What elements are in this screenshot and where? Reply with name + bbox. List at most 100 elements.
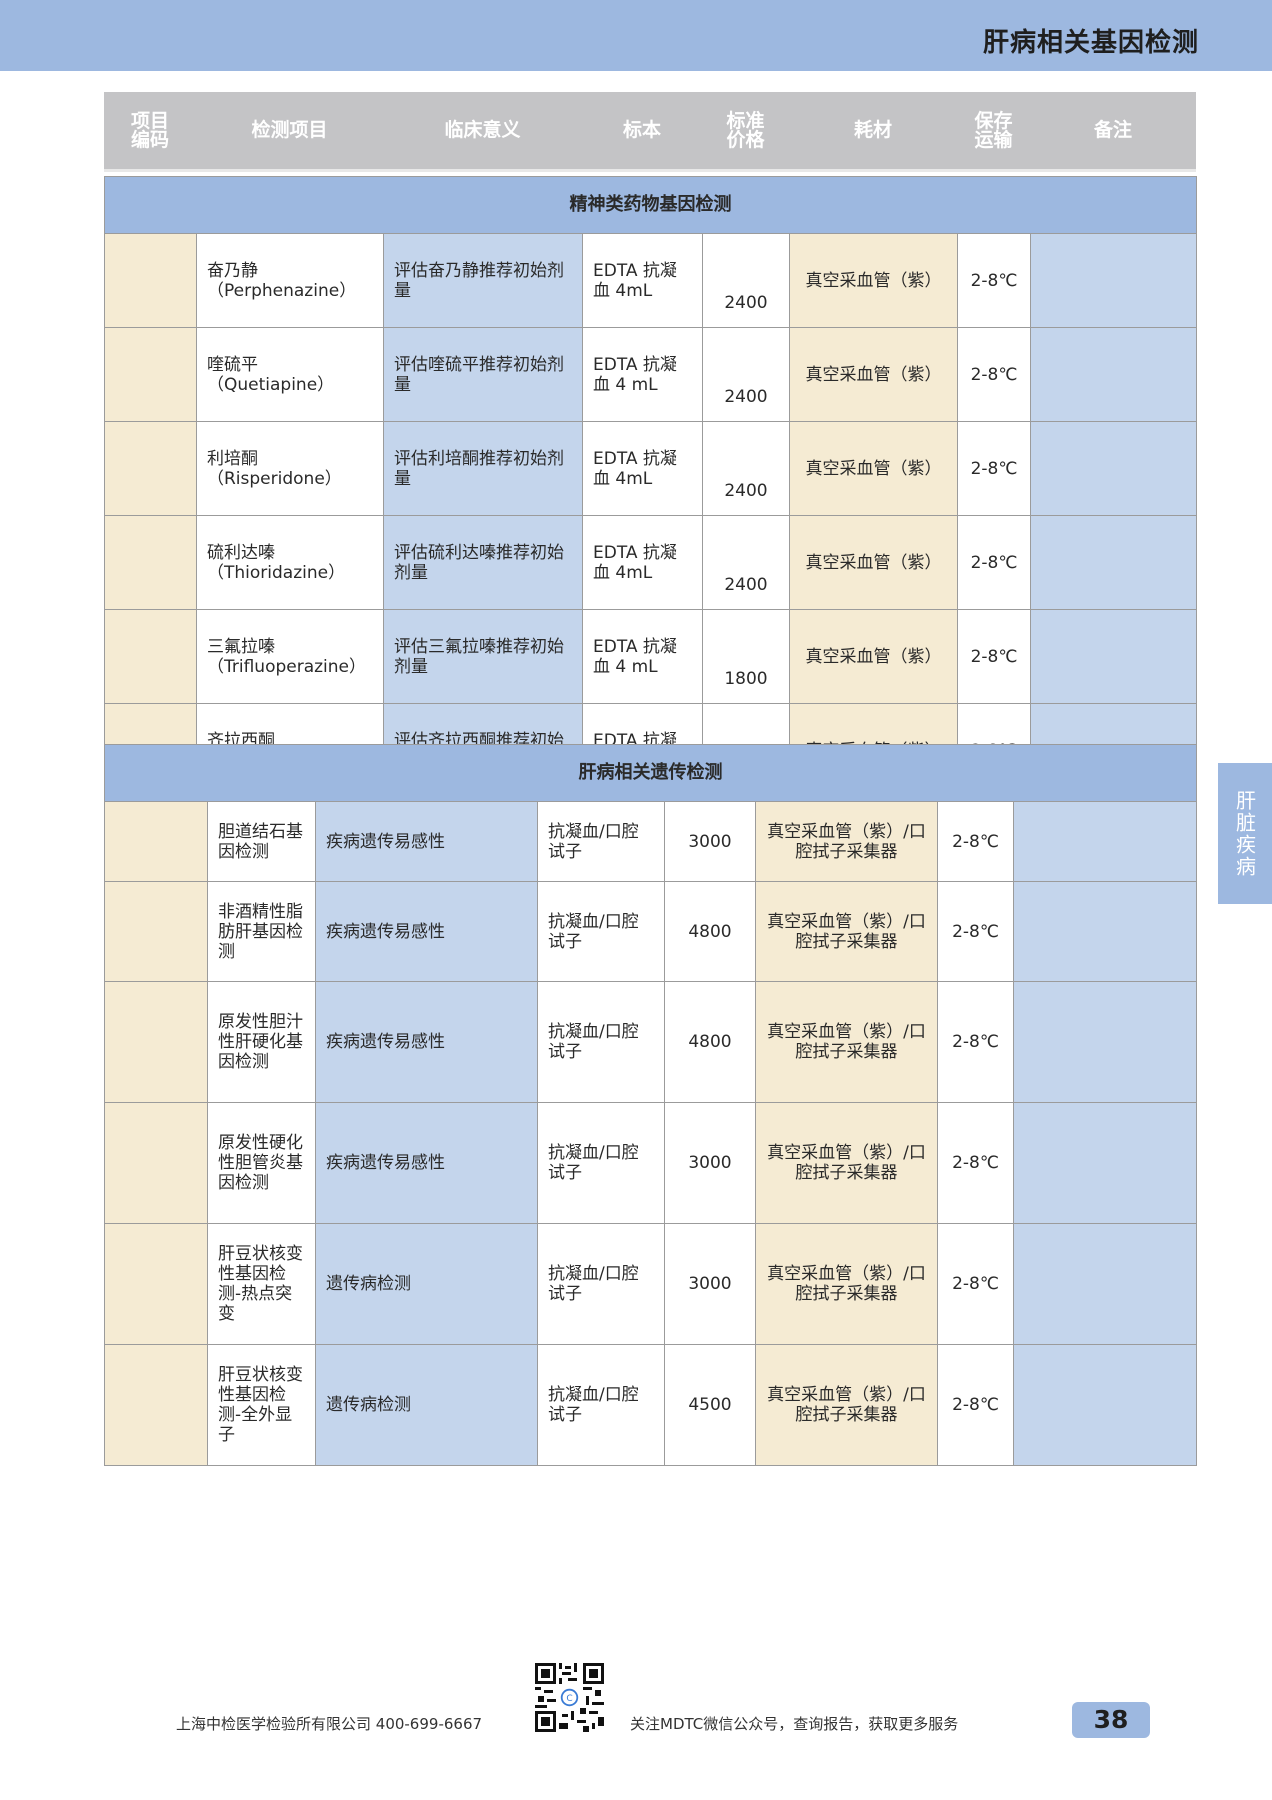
cell-specimen: 抗凝血/口腔试子: [537, 981, 665, 1103]
cell-meaning: 疾病遗传易感性: [315, 1102, 538, 1224]
cell-storage: 2-8℃: [937, 981, 1014, 1103]
table-row: 奋乃静 （Perphenazine） 评估奋乃静推荐初始剂量 EDTA 抗凝血 4mL…: [104, 233, 1197, 328]
cell-price: 4800: [664, 881, 756, 982]
cell-code: [104, 1344, 208, 1466]
cell-specimen: EDTA 抗凝血 4 mL: [582, 327, 703, 422]
cell-name: 肝豆状核变性基因检测-全外显子: [207, 1344, 316, 1466]
cell-code: [104, 609, 197, 704]
cell-code: [104, 233, 197, 328]
cell-code: [104, 981, 208, 1103]
col-meaning: 临床意义: [444, 119, 521, 141]
col-note: 备注: [1093, 119, 1132, 141]
cell-specimen: 抗凝血/口腔试子: [537, 801, 665, 882]
cell-specimen: EDTA 抗凝血 4mL: [582, 421, 703, 516]
cell-meaning: 疾病遗传易感性: [315, 881, 538, 982]
cell-note: [1013, 801, 1197, 882]
cell-name: 利培酮 （Risperidone）: [196, 421, 384, 516]
cell-consumable: 真空采血管（紫）/口腔拭子采集器: [755, 1344, 938, 1466]
cell-consumable: 真空采血管（紫）: [789, 515, 958, 610]
col-consumable: 耗材: [853, 119, 892, 141]
cell-meaning: 疾病遗传易感性: [315, 981, 538, 1103]
cell-code: [104, 1223, 208, 1345]
footer-follow: 关注MDTC微信公众号，查询报告，获取更多服务: [630, 1715, 959, 1733]
cell-note: [1013, 881, 1197, 982]
cell-price: 4500: [664, 1344, 756, 1466]
cell-meaning: 评估三氟拉嗪推荐初始剂量: [383, 609, 583, 704]
cell-code: [104, 881, 208, 982]
cell-meaning: 评估硫利达嗪推荐初始剂量: [383, 515, 583, 610]
cell-note: [1030, 515, 1197, 610]
cell-consumable: 真空采血管（紫）: [789, 421, 958, 516]
page-title: 肝病相关基因检测: [982, 28, 1199, 58]
cell-name: 非酒精性脂肪肝基因检测: [207, 881, 316, 982]
page-number: 38: [1072, 1702, 1150, 1738]
cell-specimen: 抗凝血/口腔试子: [537, 1344, 665, 1466]
svg-text:C: C: [566, 1694, 572, 1704]
footer-company: 上海中检医学检验所有限公司 400-699-6667: [176, 1715, 483, 1733]
cell-price: 2400: [702, 515, 790, 610]
cell-specimen: 抗凝血/口腔试子: [537, 1223, 665, 1345]
cell-storage: 2-8℃: [937, 881, 1014, 982]
qr-code-icon: C: [535, 1663, 604, 1732]
cell-storage: 2-8℃: [957, 609, 1031, 704]
cell-specimen: 抗凝血/口腔试子: [537, 881, 665, 982]
cell-storage: 2-8℃: [957, 421, 1031, 516]
cell-name: 原发性胆汁性肝硬化基因检测: [207, 981, 316, 1103]
cell-specimen: EDTA 抗凝血 4 mL: [582, 609, 703, 704]
table-row: 肝豆状核变性基因检测-全外显子 遗传病检测 抗凝血/口腔试子 4500 真空采血管（紫）…: [104, 1344, 1197, 1466]
cell-note: [1030, 233, 1197, 328]
col-storage: 保存 运输: [974, 109, 1013, 151]
cell-storage: 2-8℃: [937, 1223, 1014, 1345]
cell-price: 3000: [664, 1102, 756, 1224]
table-row: 原发性胆汁性肝硬化基因检测 疾病遗传易感性 抗凝血/口腔试子 4800 真空采血管（紫）…: [104, 981, 1197, 1103]
cell-consumable: 真空采血管（紫）/口腔拭子采集器: [755, 1223, 938, 1345]
liver-genetic-table: 肝病相关遗传检测 胆道结石基因检测 疾病遗传易感性 抗凝血/口腔试子 3000 真空采血…: [104, 744, 1197, 1466]
cell-specimen: EDTA 抗凝血 4mL: [582, 233, 703, 328]
cell-note: [1013, 1344, 1197, 1466]
cell-meaning: 遗传病检测: [315, 1344, 538, 1466]
cell-meaning: 评估利培酮推荐初始剂量: [383, 421, 583, 516]
table-row: 肝豆状核变性基因检测-热点突变 遗传病检测 抗凝血/口腔试子 3000 真空采血管（紫）…: [104, 1223, 1197, 1345]
cell-storage: 2-8℃: [957, 515, 1031, 610]
table-row: 硫利达嗪 （Thioridazine） 评估硫利达嗪推荐初始剂量 EDTA 抗凝血 4…: [104, 515, 1197, 610]
cell-consumable: 真空采血管（紫）: [789, 327, 958, 422]
cell-specimen: 抗凝血/口腔试子: [537, 1102, 665, 1224]
cell-code: [104, 421, 197, 516]
cell-price: 3000: [664, 801, 756, 882]
cell-name: 硫利达嗪 （Thioridazine）: [196, 515, 384, 610]
cell-meaning: 评估奋乃静推荐初始剂量: [383, 233, 583, 328]
cell-specimen: EDTA 抗凝血 4mL: [582, 515, 703, 610]
cell-code: [104, 327, 197, 422]
section1-body: 精神类药物基因检测 奋乃静 （Perphenazine） 评估奋乃静推荐初始剂量 ED…: [104, 176, 1197, 798]
cell-price: 1800: [702, 609, 790, 704]
cell-price: 2400: [702, 327, 790, 422]
cell-meaning: 评估喹硫平推荐初始剂量: [383, 327, 583, 422]
cell-name: 奋乃静 （Perphenazine）: [196, 233, 384, 328]
cell-consumable: 真空采血管（紫）/口腔拭子采集器: [755, 981, 938, 1103]
cell-storage: 2-8℃: [957, 327, 1031, 422]
column-header: 项目 编码 检测项目 临床意义 标本 标准 价格 耗材 保存 运输 备注: [104, 92, 1196, 172]
cell-note: [1013, 1223, 1197, 1345]
table-row: 非酒精性脂肪肝基因检测 疾病遗传易感性 抗凝血/口腔试子 4800 真空采血管（紫）/口…: [104, 881, 1197, 982]
cell-name: 喹硫平 （Quetiapine）: [196, 327, 384, 422]
cell-consumable: 真空采血管（紫）/口腔拭子采集器: [755, 1102, 938, 1224]
cell-storage: 2-8℃: [937, 1344, 1014, 1466]
cell-note: [1030, 327, 1197, 422]
cell-note: [1030, 609, 1197, 704]
cell-code: [104, 515, 197, 610]
cell-consumable: 真空采血管（紫）/口腔拭子采集器: [755, 881, 938, 982]
table-row: 胆道结石基因检测 疾病遗传易感性 抗凝血/口腔试子 3000 真空采血管（紫）/口腔拭子…: [104, 801, 1197, 882]
col-specimen: 标本: [622, 119, 661, 141]
cell-price: 3000: [664, 1223, 756, 1345]
cell-storage: 2-8℃: [937, 801, 1014, 882]
cell-note: [1013, 1102, 1197, 1224]
section-title: 精神类药物基因检测: [104, 176, 1197, 234]
cell-note: [1030, 421, 1197, 516]
side-tab-liver[interactable]: 肝脏疾病: [1218, 763, 1272, 904]
cell-storage: 2-8℃: [957, 233, 1031, 328]
cell-name: 原发性硬化性胆管炎基因检测: [207, 1102, 316, 1224]
cell-note: [1013, 981, 1197, 1103]
side-tab-label: 肝脏疾病: [1232, 789, 1257, 878]
cell-name: 胆道结石基因检测: [207, 801, 316, 882]
cell-price: 4800: [664, 981, 756, 1103]
